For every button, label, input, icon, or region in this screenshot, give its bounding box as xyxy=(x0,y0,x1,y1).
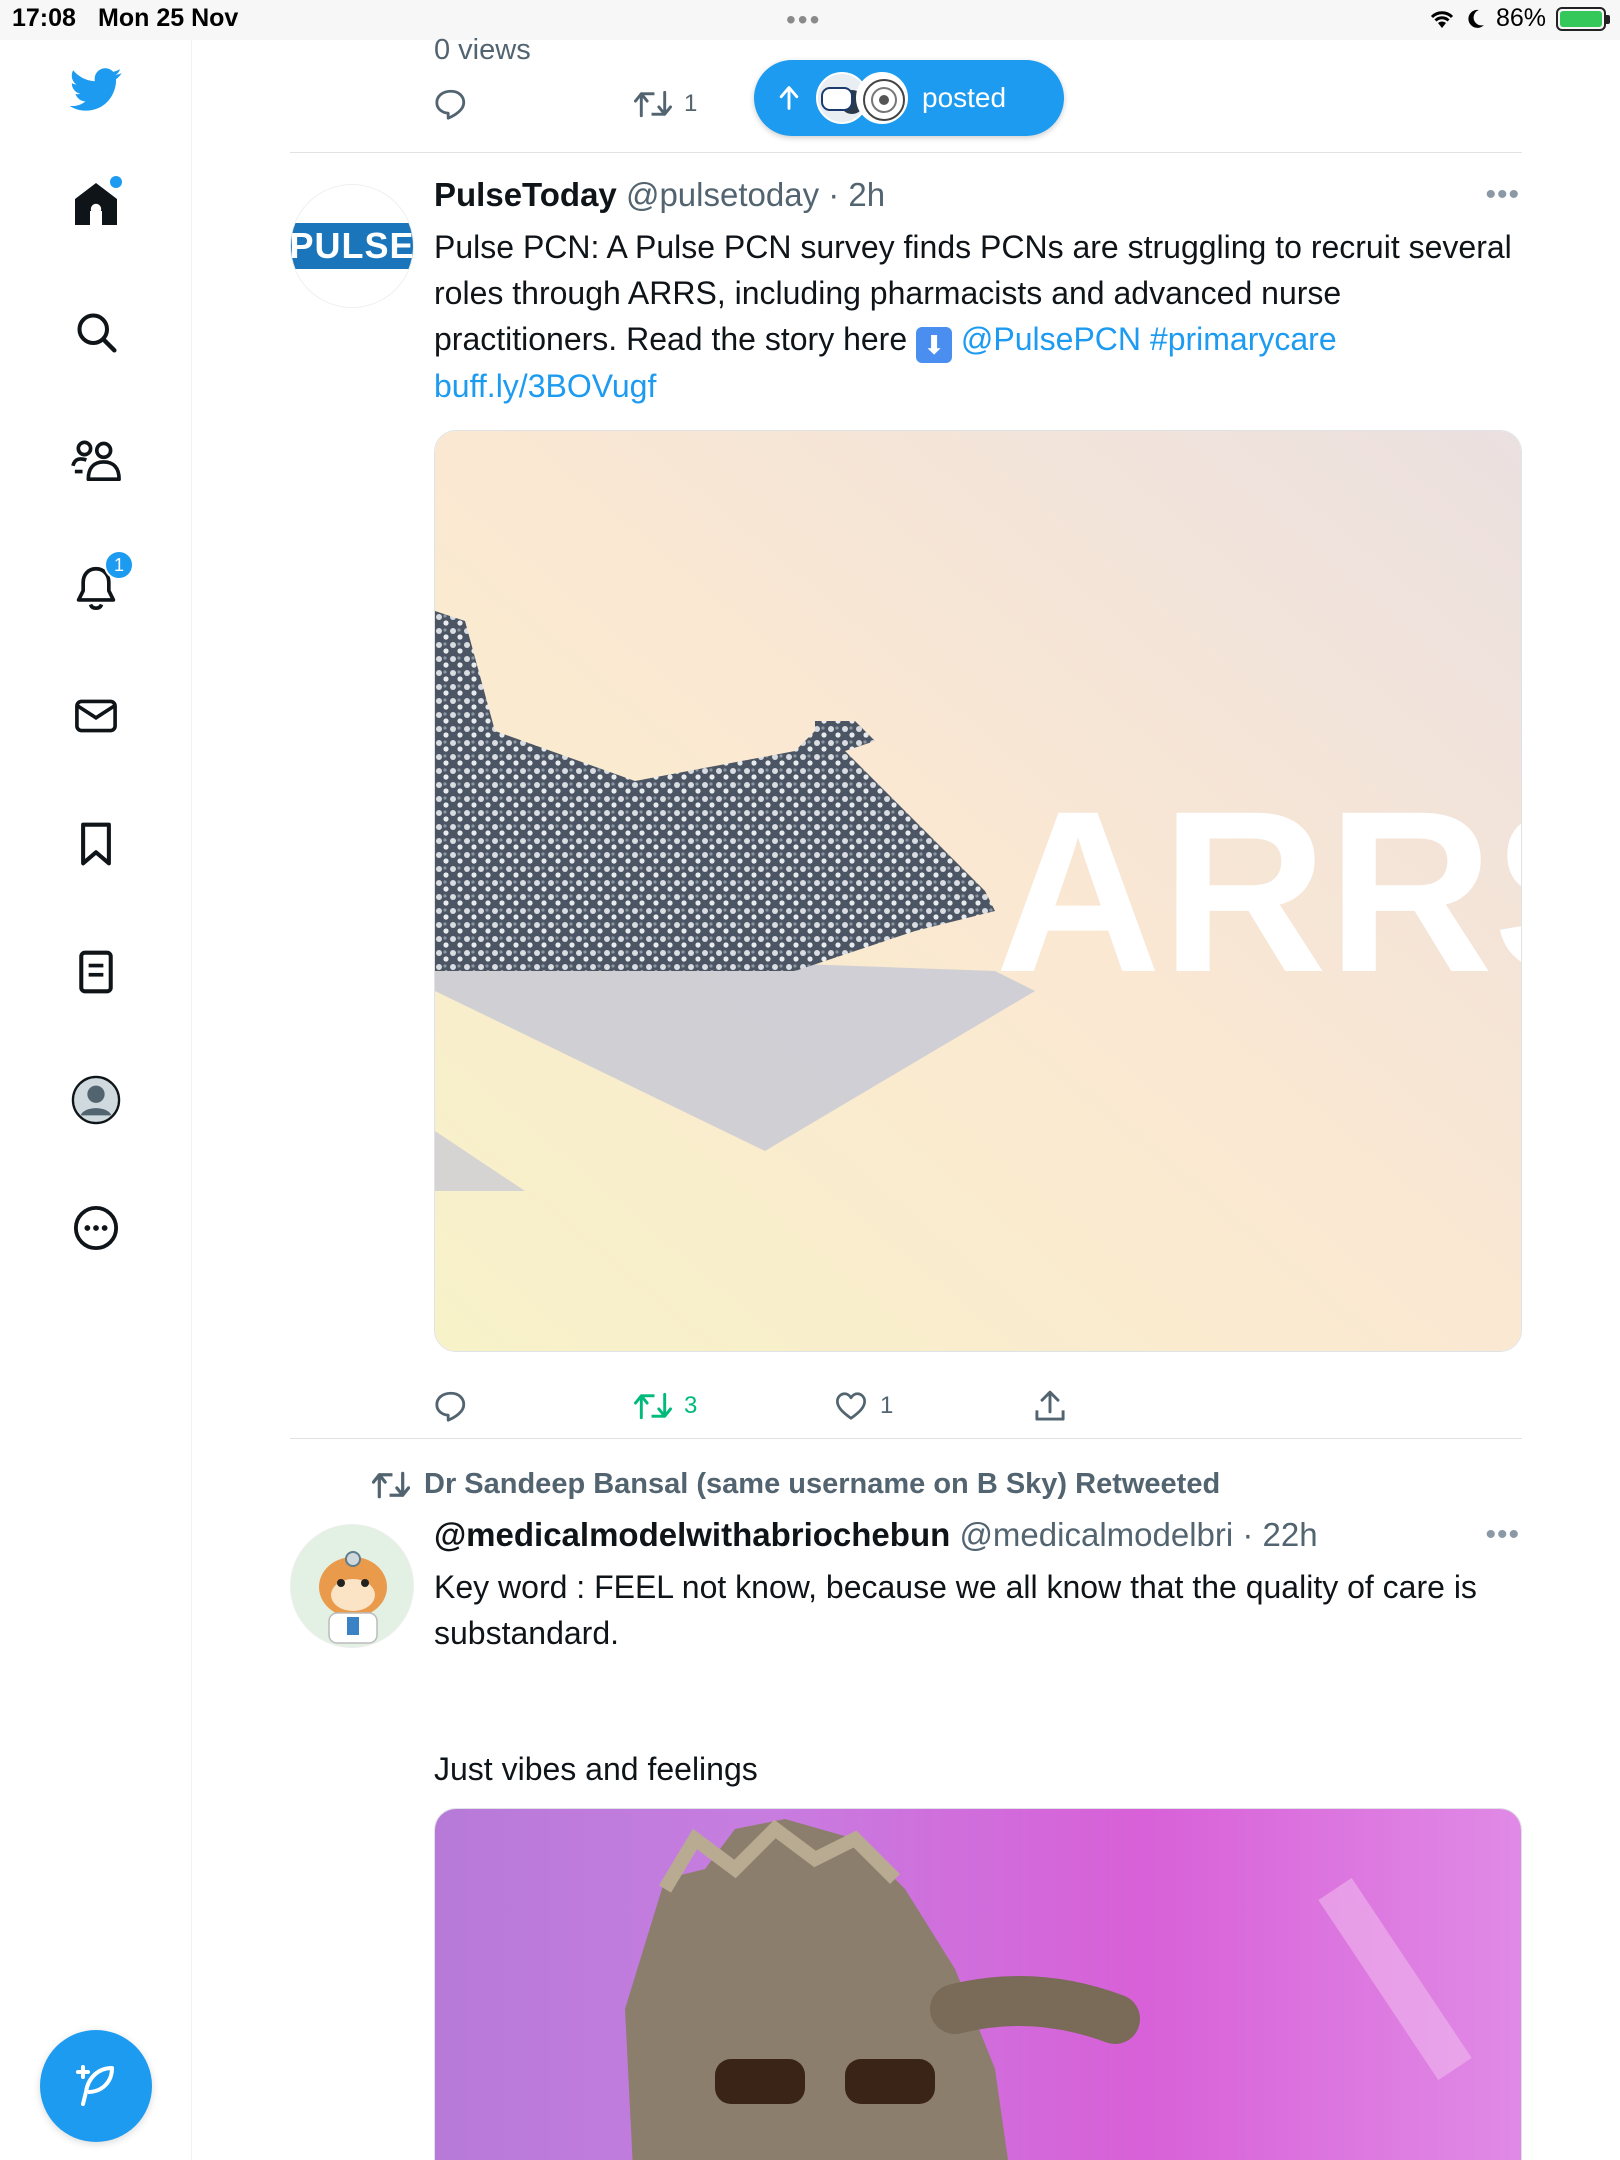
tweet-time[interactable]: 2h xyxy=(848,176,885,213)
reply-button[interactable] xyxy=(434,88,634,120)
hashtag-link[interactable]: #primarycare xyxy=(1150,321,1337,357)
avatar[interactable] xyxy=(290,1524,414,1648)
tweet-author-name[interactable]: @medicalmodelwithabriochebun xyxy=(434,1516,950,1553)
more-options-icon[interactable]: ••• xyxy=(1485,178,1520,212)
nav-bookmarks[interactable] xyxy=(66,814,126,874)
nav-communities[interactable] xyxy=(66,430,126,490)
tweet-image[interactable]: ARRS xyxy=(434,430,1522,1352)
nav-messages[interactable] xyxy=(66,686,126,746)
nav-notifications[interactable]: 1 xyxy=(66,550,134,618)
groot-gif-image xyxy=(435,1809,1521,2160)
heart-icon xyxy=(836,1392,866,1420)
retweeted-by-line[interactable]: Dr Sandeep Bansal (same username on B Sk… xyxy=(372,1468,1220,1501)
tweet-author-handle[interactable]: @medicalmodelbri xyxy=(959,1516,1233,1553)
bookmark-icon xyxy=(81,822,111,866)
new-posts-avatars xyxy=(816,72,908,124)
retweet-button[interactable]: 3 xyxy=(634,1391,834,1421)
retweet-icon xyxy=(372,1471,410,1498)
reply-icon xyxy=(435,1391,466,1422)
arrow-up-icon xyxy=(779,86,799,110)
tweet-author-handle[interactable]: @pulsetoday xyxy=(626,176,819,213)
sidebar-nav: 1 xyxy=(0,40,192,2160)
avatar xyxy=(856,72,908,124)
profile-icon xyxy=(71,1075,121,1125)
like-button[interactable]: 1 xyxy=(834,1391,1034,1421)
tweet-time[interactable]: 22h xyxy=(1263,1516,1318,1553)
nav-more[interactable] xyxy=(66,1198,126,1258)
retweet-icon xyxy=(634,1392,672,1420)
twitter-bird-icon xyxy=(69,68,122,111)
multitasking-dots-icon[interactable]: ••• xyxy=(786,4,821,36)
home-icon xyxy=(75,183,117,225)
share-icon xyxy=(1035,1390,1065,1421)
nav-lists[interactable] xyxy=(66,942,126,1002)
status-time: 17:08 xyxy=(12,4,76,32)
tweet-header: PulseToday @pulsetoday · 2h xyxy=(434,176,885,214)
tweet-body: Key word : FEEL not know, because we all… xyxy=(434,1569,1477,1651)
wifi-icon xyxy=(1430,10,1454,28)
previous-tweet-views: 0 views xyxy=(434,34,531,66)
lists-icon xyxy=(79,950,113,994)
more-options-icon[interactable]: ••• xyxy=(1485,1518,1520,1552)
tweet-image[interactable] xyxy=(434,1808,1522,2160)
like-count: 1 xyxy=(880,1392,894,1419)
status-bar: 17:08 Mon 25 Nov ••• 86% xyxy=(0,0,1620,40)
compose-tweet-button[interactable] xyxy=(40,2030,152,2142)
avatar[interactable]: PULSE xyxy=(290,184,414,308)
tweet-text: Just vibes and feelings xyxy=(434,1746,1524,1792)
battery-icon xyxy=(1556,6,1610,31)
tweet-text: Pulse PCN: A Pulse PCN survey finds PCNs… xyxy=(434,224,1524,409)
nav-explore[interactable] xyxy=(66,302,126,362)
tweet-separator: · xyxy=(1233,1516,1263,1553)
notification-badge: 1 xyxy=(104,550,134,580)
reply-button[interactable] xyxy=(434,1390,634,1422)
retweet-icon xyxy=(634,90,672,118)
tweet-divider xyxy=(290,152,1522,153)
tweet-header: @medicalmodelwithabriochebun @medicalmod… xyxy=(434,1516,1318,1554)
communities-icon xyxy=(71,440,121,482)
arrs-crowd-arrow-image: ARRS xyxy=(435,431,1522,1351)
twitter-logo-button[interactable] xyxy=(66,60,126,120)
tweet-actions: 3 1 xyxy=(434,1390,1234,1422)
search-icon xyxy=(77,313,117,353)
tweet-divider xyxy=(290,1438,1522,1439)
nav-profile[interactable] xyxy=(66,1070,126,1130)
hamster-doctor-avatar xyxy=(291,1525,413,1647)
tweet-text: Key word : FEEL not know, because we all… xyxy=(434,1564,1524,1656)
tweet-separator: · xyxy=(819,176,849,213)
reply-icon xyxy=(435,89,466,120)
share-button[interactable] xyxy=(1034,1390,1234,1422)
new-posts-pill[interactable]: posted xyxy=(754,60,1064,136)
nav-home[interactable] xyxy=(66,174,126,234)
retweet-count: 1 xyxy=(684,90,698,117)
retweeted-by-text: Dr Sandeep Bansal (same username on B Sk… xyxy=(424,1468,1221,1500)
home-unread-dot xyxy=(110,176,122,188)
status-indicators: 86% xyxy=(1428,4,1610,33)
tweet-body-line2: Just vibes and feelings xyxy=(434,1751,758,1787)
compose-feather-icon xyxy=(76,2065,114,2106)
battery-percent: 86% xyxy=(1495,4,1546,32)
pulse-logo-text: PULSE xyxy=(291,223,413,269)
down-arrow-emoji-icon: ⬇ xyxy=(916,327,953,363)
moon-icon xyxy=(1468,9,1484,28)
pulse-logo: PULSE xyxy=(291,185,413,307)
mail-icon xyxy=(75,699,117,733)
url-link[interactable]: buff.ly/3BOVugf xyxy=(434,368,656,404)
image-text-arrs: ARRS xyxy=(995,763,1522,1020)
status-date: Mon 25 Nov xyxy=(98,4,239,32)
mention-link[interactable]: @PulsePCN xyxy=(961,321,1141,357)
retweet-count: 3 xyxy=(684,1392,698,1419)
more-circle-icon xyxy=(73,1205,119,1251)
new-posts-label: posted xyxy=(922,82,1007,113)
tweet-author-name[interactable]: PulseToday xyxy=(434,176,617,213)
